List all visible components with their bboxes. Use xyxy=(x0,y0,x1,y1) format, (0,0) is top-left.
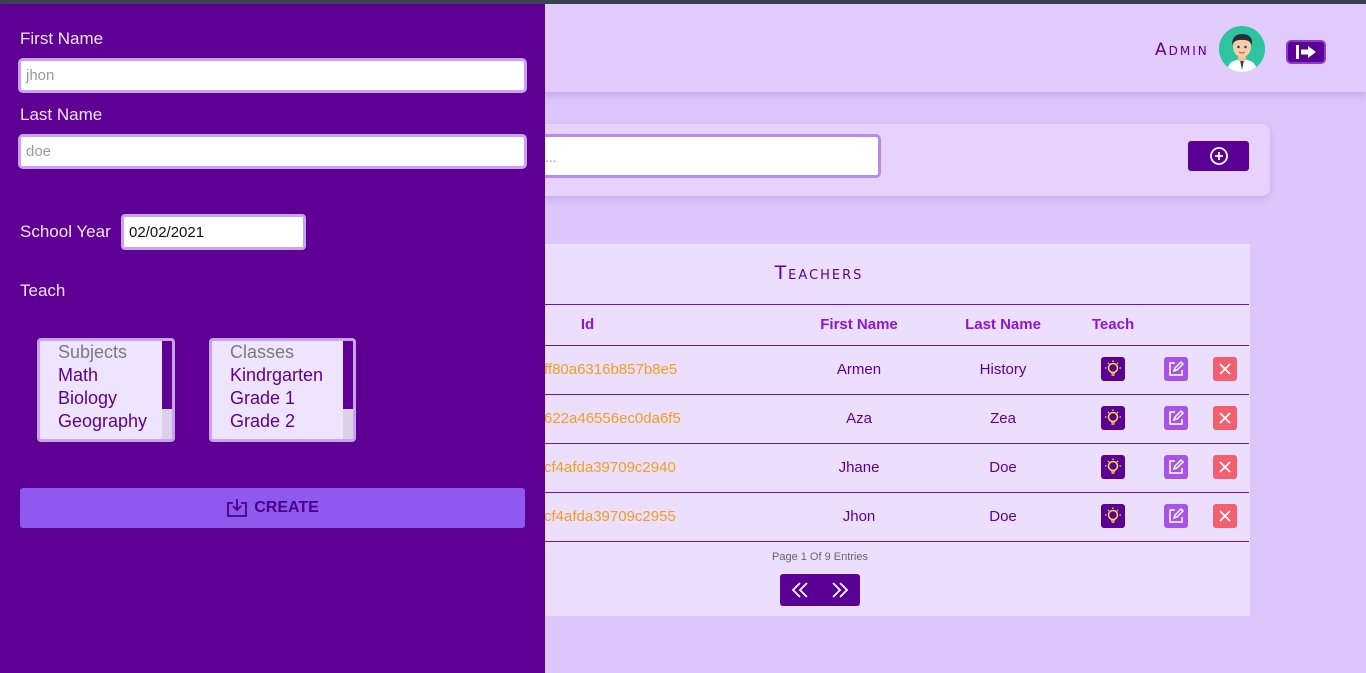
next-page-button[interactable] xyxy=(820,574,860,606)
logout-icon xyxy=(1296,45,1316,59)
lightbulb-icon xyxy=(1105,409,1121,425)
last-name-label: Last Name xyxy=(20,105,103,124)
double-chevron-right-icon xyxy=(832,582,849,598)
column-header-teach: Teach xyxy=(1091,316,1135,333)
school-year-value: 02/02/2021 xyxy=(129,224,205,241)
table-row-id: ff80a6316b857b8e5 xyxy=(544,361,678,378)
close-icon xyxy=(1219,412,1231,424)
school-year-label: School Year xyxy=(20,222,111,241)
create-button[interactable]: CREATE xyxy=(20,488,525,528)
logout-button[interactable] xyxy=(1286,40,1326,64)
delete-button[interactable] xyxy=(1213,504,1237,528)
edit-button[interactable] xyxy=(1164,406,1188,430)
class-option[interactable]: Grade 2 xyxy=(212,410,353,433)
teach-button[interactable] xyxy=(1101,357,1125,381)
classes-scroll-thumb[interactable] xyxy=(343,341,353,409)
add-teacher-button[interactable] xyxy=(1188,141,1249,171)
delete-button[interactable] xyxy=(1213,406,1237,430)
table-row-first-name: Jhon xyxy=(842,508,876,525)
first-name-label: First Name xyxy=(20,29,104,48)
school-year-input[interactable]: 02/02/2021 xyxy=(121,214,306,250)
subjects-option-header: Subjects xyxy=(58,342,128,362)
table-divider xyxy=(480,443,1249,444)
table-row-last-name: Zea xyxy=(990,410,1016,427)
first-name-placeholder: jhon xyxy=(26,67,55,84)
table-row-id: cf4afda39709c2940 xyxy=(544,459,676,476)
create-teacher-panel: First Name jhon Last Name doe School Yea… xyxy=(0,4,545,673)
table-row-last-name: History xyxy=(979,361,1027,378)
download-box-icon xyxy=(227,499,248,517)
subject-option[interactable]: Math xyxy=(40,364,172,387)
lightbulb-icon xyxy=(1105,360,1121,376)
table-divider xyxy=(480,541,1249,542)
column-header-first-name: First Name xyxy=(820,316,898,333)
class-option[interactable]: Kindrgarten xyxy=(212,364,353,387)
previous-page-button[interactable] xyxy=(780,574,820,606)
first-name-input[interactable]: jhon xyxy=(18,58,527,93)
edit-button[interactable] xyxy=(1164,455,1188,479)
teach-button[interactable] xyxy=(1101,504,1125,528)
edit-button[interactable] xyxy=(1164,504,1188,528)
edit-button[interactable] xyxy=(1164,357,1188,381)
subject-option[interactable]: Geography xyxy=(40,410,172,433)
lightbulb-icon xyxy=(1105,507,1121,523)
table-row-first-name: Armen xyxy=(836,361,882,378)
last-name-input[interactable]: doe xyxy=(18,134,527,169)
subject-option[interactable]: Biology xyxy=(40,387,172,410)
table-row-first-name: Jhane xyxy=(838,459,880,476)
delete-button[interactable] xyxy=(1213,455,1237,479)
admin-label: Admin xyxy=(1155,40,1209,60)
classes-option-header: Classes xyxy=(230,342,295,362)
edit-icon xyxy=(1169,458,1185,474)
class-option[interactable]: Grade 1 xyxy=(212,387,353,410)
table-row-last-name: Doe xyxy=(989,508,1017,525)
table-divider xyxy=(480,304,1249,305)
subjects-scrollbar[interactable] xyxy=(162,341,172,439)
pagination-info: Page 1 Of 9 Entries xyxy=(772,551,868,563)
search-input[interactable]: ... xyxy=(530,134,881,178)
classes-select[interactable]: Classes Kindrgarten Grade 1 Grade 2 xyxy=(209,338,356,442)
classes-scrollbar[interactable] xyxy=(343,341,353,439)
subjects-select[interactable]: Subjects Math Biology Geography xyxy=(37,338,175,442)
table-divider xyxy=(480,492,1249,493)
user-avatar-icon[interactable] xyxy=(1219,26,1265,72)
close-icon xyxy=(1219,363,1231,375)
teach-button[interactable] xyxy=(1101,455,1125,479)
table-row-first-name: Aza xyxy=(846,410,872,427)
table-row-last-name: Doe xyxy=(989,459,1017,476)
subjects-scroll-thumb[interactable] xyxy=(162,341,172,409)
table-row-id: 622a46556ec0da6f5 xyxy=(544,410,681,427)
delete-button[interactable] xyxy=(1213,357,1237,381)
teach-button[interactable] xyxy=(1101,406,1125,430)
edit-icon xyxy=(1169,360,1185,376)
column-header-last-name: Last Name xyxy=(965,316,1041,333)
table-divider xyxy=(480,394,1249,395)
table-divider xyxy=(480,345,1249,346)
close-icon xyxy=(1219,461,1231,473)
pagination-controls xyxy=(780,574,860,606)
plus-circle-icon xyxy=(1209,147,1228,165)
table-title: Teachers xyxy=(774,262,864,284)
last-name-placeholder: doe xyxy=(26,143,52,160)
edit-icon xyxy=(1169,507,1185,523)
edit-icon xyxy=(1169,409,1185,425)
lightbulb-icon xyxy=(1105,458,1121,474)
close-icon xyxy=(1219,510,1231,522)
double-chevron-left-icon xyxy=(791,582,808,598)
table-row-id: cf4afda39709c2955 xyxy=(544,508,676,525)
search-placeholder: ... xyxy=(545,149,557,165)
create-button-label: CREATE xyxy=(254,499,319,516)
column-header-id: Id xyxy=(580,316,595,333)
teach-label: Teach xyxy=(20,281,66,300)
